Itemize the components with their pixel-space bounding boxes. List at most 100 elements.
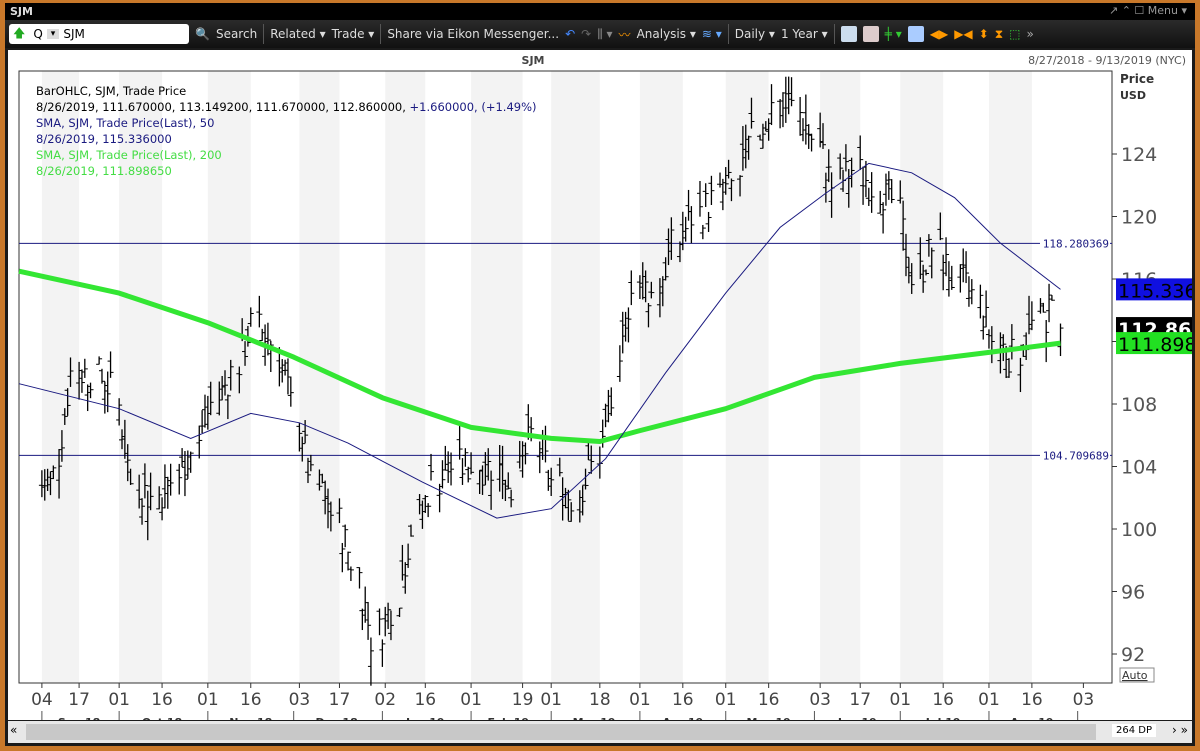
legend-ohlc-values: 8/26/2019, 111.670000, 113.149200, 111.6…	[36, 99, 537, 115]
x-tick-label: 01	[460, 690, 482, 710]
quote-type[interactable]: Q	[29, 27, 46, 41]
legend-ohlc-prices: 8/26/2019, 111.670000, 113.149200, 111.6…	[36, 100, 410, 114]
x-tick-label: 19	[512, 690, 534, 710]
chart-window: SJM ↗ ⌃ ☐ Menu ▾ 🡅 Q ▾ SJM 🔍 Search Rela…	[5, 3, 1195, 746]
share-button[interactable]: Share via Eikon Messenger...	[387, 27, 559, 41]
x-tick-label: 16	[672, 690, 694, 710]
compress-v-icon[interactable]: ⧗	[995, 27, 1003, 42]
window-title: SJM	[10, 5, 33, 18]
related-menu[interactable]: Related ▾	[270, 27, 325, 41]
x-tick-label: 01	[978, 690, 1000, 710]
hline-label: 104.709689	[1043, 449, 1109, 462]
x-tick-label: 18	[589, 690, 611, 710]
month-label: Mar 19	[573, 716, 616, 720]
legend-ohlc-title: BarOHLC, SJM, Trade Price	[36, 84, 187, 98]
studies-icon[interactable]: ≋ ▾	[702, 27, 722, 41]
price-tag-label: 115.3360	[1118, 280, 1192, 302]
redo-icon[interactable]: ↷	[581, 27, 591, 41]
y-axis-unit: USD	[1120, 89, 1146, 102]
dropdown-icon[interactable]: ▾	[46, 29, 60, 39]
y-tick-label: 108	[1121, 394, 1157, 416]
auto-button-label: Auto	[1122, 669, 1148, 682]
x-tick-label: 16	[758, 690, 780, 710]
chart-scrollbar[interactable]: « 264 DP › »	[8, 721, 1192, 743]
range-select[interactable]: 1 Year ▾	[781, 27, 828, 41]
scroll-thumb[interactable]	[26, 724, 1096, 740]
x-tick-label: 03	[1073, 690, 1095, 710]
month-label: Jan 19	[405, 716, 444, 720]
data-points-count: 264 DP	[1112, 724, 1156, 737]
month-label: Jun 19	[837, 716, 877, 720]
month-label: Oct 18	[142, 716, 182, 720]
scroll-start-icon[interactable]: «	[10, 723, 17, 737]
ric-value[interactable]: SJM	[59, 27, 89, 41]
undo-icon[interactable]: ↶	[565, 27, 575, 41]
month-label: Dec 18	[315, 716, 357, 720]
y-tick-label: 92	[1121, 644, 1145, 666]
chart-type-icon[interactable]: ⫼ ▾	[597, 27, 612, 42]
x-tick-label: 01	[629, 690, 651, 710]
ric-input[interactable]: 🡅 Q ▾ SJM	[9, 24, 189, 44]
price-tag-label: 111.8986	[1118, 334, 1192, 356]
window-titlebar: SJM ↗ ⌃ ☐ Menu ▾	[5, 3, 1195, 20]
x-tick-label: 03	[289, 690, 311, 710]
legend-sma50-title: SMA, SJM, Trade Price(Last), 50	[36, 116, 215, 130]
grid-band	[988, 71, 1032, 683]
x-tick-label: 17	[329, 690, 351, 710]
line-chart-icon[interactable]	[840, 26, 857, 42]
legend-sma50-value: 8/26/2019, 115.336000	[36, 132, 172, 146]
more-icon[interactable]: »	[1027, 27, 1034, 41]
y-tick-label: 124	[1121, 144, 1157, 166]
trade-menu[interactable]: Trade ▾	[332, 27, 375, 41]
zoom-box-icon[interactable]	[907, 26, 924, 42]
analysis-menu[interactable]: Analysis ▾	[637, 27, 696, 41]
chart-panel: SJM 8/27/2018 - 9/13/2019 (NYC) 118.2803…	[8, 50, 1192, 720]
month-label: Apr 19	[662, 716, 703, 720]
x-tick-label: 01	[715, 690, 737, 710]
y-tick-label: 104	[1121, 457, 1157, 479]
x-tick-label: 16	[240, 690, 262, 710]
x-tick-label: 17	[68, 690, 90, 710]
x-tick-label: 01	[197, 690, 219, 710]
expand-h-icon[interactable]: ◀▶	[930, 27, 948, 41]
hline-label: 118.280369	[1043, 237, 1109, 250]
chart-legend: BarOHLC, SJM, Trade Price 8/26/2019, 111…	[36, 83, 537, 179]
x-tick-label: 16	[1021, 690, 1043, 710]
legend-sma200-value: 8/26/2019, 111.898650	[36, 164, 172, 178]
month-label: Nov 18	[229, 716, 272, 720]
y-tick-label: 96	[1121, 582, 1145, 604]
month-label: Sep 18	[58, 716, 100, 720]
x-tick-label: 01	[540, 690, 562, 710]
x-tick-label: 02	[374, 690, 396, 710]
interval-select[interactable]: Daily ▾	[735, 27, 775, 41]
select-icon[interactable]: ⬚	[1009, 27, 1020, 41]
x-tick-label: 03	[809, 690, 831, 710]
grid-band	[725, 71, 769, 683]
overlay-chart-icon[interactable]	[862, 26, 879, 42]
analysis-icon: 〰	[618, 27, 631, 42]
month-label: May 19	[746, 716, 790, 720]
x-tick-label: 16	[414, 690, 436, 710]
grid-band	[639, 71, 683, 683]
x-tick-label: 17	[849, 690, 871, 710]
x-tick-label: 01	[108, 690, 130, 710]
grid-band	[900, 71, 944, 683]
expand-v-icon[interactable]: ⬍	[979, 27, 989, 41]
crosshair-icon[interactable]: ╪ ▾	[885, 27, 902, 41]
search-button[interactable]: Search	[216, 27, 257, 41]
search-icon: 🔍	[195, 27, 210, 41]
scroll-end-icon[interactable]: › »	[1172, 723, 1188, 737]
compress-h-icon[interactable]: ▶◀	[954, 27, 972, 41]
y-tick-label: 100	[1121, 519, 1157, 541]
x-tick-label: 04	[31, 690, 53, 710]
month-label: Feb 19	[488, 716, 530, 720]
window-controls[interactable]: ↗ ⌃ ☐ Menu ▾	[1109, 4, 1187, 17]
x-tick-label: 01	[889, 690, 911, 710]
legend-sma200-title: SMA, SJM, Trade Price(Last), 200	[36, 148, 222, 162]
month-label: Aug 19	[1010, 716, 1053, 720]
x-tick-label: 16	[151, 690, 173, 710]
y-axis-title: Price	[1120, 72, 1154, 86]
y-tick-label: 120	[1121, 207, 1157, 229]
month-label: Jul 19	[925, 716, 961, 720]
grid-band	[551, 71, 600, 683]
